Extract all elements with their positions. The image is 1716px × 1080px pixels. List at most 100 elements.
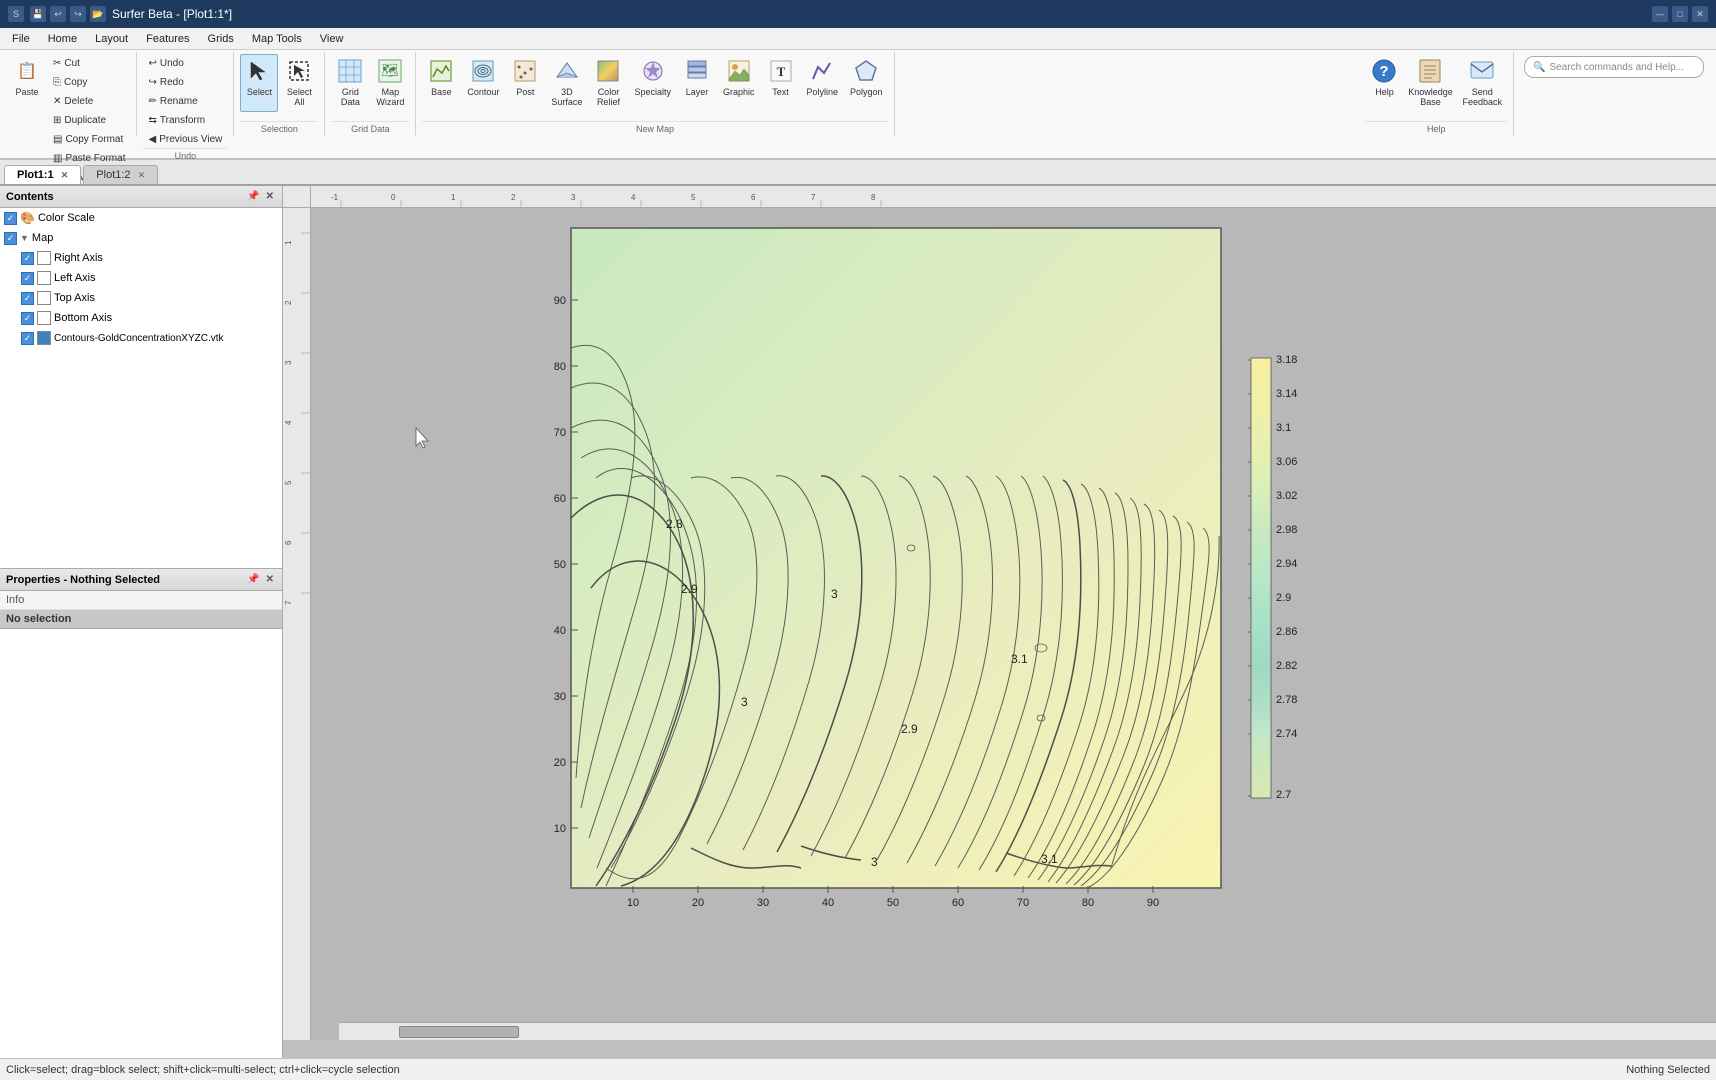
menu-home[interactable]: Home — [40, 31, 85, 47]
bottom-axis-label: Bottom Axis — [54, 312, 112, 324]
ribbon-content: 📋 Paste ✂ Cut ⎘ Copy ✕ Delete — [0, 50, 1716, 138]
contour-button[interactable]: Contour — [462, 54, 504, 112]
3d-surface-icon — [553, 57, 581, 85]
tree-item-right-axis[interactable]: ✓ Right Axis — [0, 248, 282, 268]
menu-layout[interactable]: Layout — [87, 31, 136, 47]
tree-item-top-axis[interactable]: ✓ Top Axis — [0, 288, 282, 308]
undo-icon[interactable]: ↩ — [50, 6, 66, 22]
bottom-axis-color — [37, 311, 51, 325]
paste-button[interactable]: 📋 Paste — [8, 54, 46, 116]
undo-button[interactable]: ↩ Undo — [143, 54, 227, 72]
tab-plot1-2[interactable]: Plot1:2 ✕ — [83, 165, 158, 184]
knowledge-base-button[interactable]: KnowledgeBase — [1405, 54, 1455, 112]
tree-check-left-axis[interactable]: ✓ — [21, 272, 34, 285]
svg-text:8: 8 — [871, 193, 876, 202]
color-relief-button[interactable]: ColorRelief — [589, 54, 627, 112]
menu-features[interactable]: Features — [138, 31, 197, 47]
horizontal-scrollbar[interactable] — [339, 1022, 1716, 1040]
ribbon-group-new-map: Base Contour Post — [418, 52, 894, 136]
menu-map-tools[interactable]: Map Tools — [244, 31, 310, 47]
close-properties-icon[interactable]: ✕ — [264, 574, 276, 585]
title-bar-left: S 💾 ↩ ↪ 📂 Surfer Beta - [Plot1:1*] — [8, 6, 232, 22]
close-tab-plot1-2[interactable]: ✕ — [138, 170, 146, 180]
grid-data-button[interactable]: GridData — [331, 54, 369, 112]
knowledge-base-icon — [1416, 57, 1444, 85]
contents-header-icons: 📌 ✕ — [245, 191, 276, 202]
transform-button[interactable]: ⇆ Transform — [143, 111, 227, 129]
select-button[interactable]: Select — [240, 54, 278, 112]
redo-button[interactable]: ↪ Redo — [143, 73, 227, 91]
menu-grids[interactable]: Grids — [200, 31, 242, 47]
y-axis-90: 90 — [554, 295, 566, 307]
ribbon-search[interactable]: 🔍 Search commands and Help... — [1524, 56, 1704, 78]
pin-properties-icon[interactable]: 📌 — [245, 574, 261, 585]
map-expand-icon[interactable]: ▼ — [20, 233, 29, 243]
text-button[interactable]: T Text — [762, 54, 800, 112]
previous-view-button[interactable]: ◀ Previous View — [143, 130, 227, 148]
post-button[interactable]: Post — [506, 54, 544, 112]
redo-icon[interactable]: ↪ — [70, 6, 86, 22]
minimize-button[interactable]: — — [1652, 6, 1668, 22]
contour-label-3-1-right: 3.1 — [1011, 652, 1028, 666]
3d-surface-button[interactable]: 3DSurface — [546, 54, 587, 112]
rename-button[interactable]: ✏ Rename — [143, 92, 227, 110]
tab-plot1-1[interactable]: Plot1:1 ✕ — [4, 165, 81, 184]
map-content[interactable]: 2.8 2.9 2.9 3 3 3 3.1 3.1 10 20 30 — [311, 208, 1716, 1040]
polygon-button[interactable]: Polygon — [845, 54, 888, 112]
tree-check-map[interactable]: ✓ — [4, 232, 17, 245]
contour-label-3-1-lower: 3.1 — [1041, 852, 1058, 866]
ruler-v-svg: 1 2 3 4 5 6 7 — [283, 208, 311, 1040]
base-button[interactable]: Base — [422, 54, 460, 112]
window-controls[interactable]: — □ ✕ — [1652, 6, 1708, 22]
close-button[interactable]: ✕ — [1692, 6, 1708, 22]
svg-text:4: 4 — [284, 420, 293, 425]
delete-button[interactable]: ✕ Delete — [48, 92, 130, 110]
map-wizard-icon: 🗺 — [376, 57, 404, 85]
pin-icon[interactable]: 📌 — [245, 191, 261, 202]
menu-file[interactable]: File — [4, 31, 38, 47]
ribbon-group-clipboard: 📋 Paste ✂ Cut ⎘ Copy ✕ Delete — [4, 52, 137, 136]
tree-item-map[interactable]: ✓ ▼ Map — [0, 228, 282, 248]
menu-view[interactable]: View — [312, 31, 352, 47]
tree-item-color-scale[interactable]: ✓ 🎨 Color Scale — [0, 208, 282, 228]
close-contents-icon[interactable]: ✕ — [264, 191, 276, 202]
color-scale-label: Color Scale — [38, 212, 95, 224]
specialty-button[interactable]: Specialty — [629, 54, 676, 112]
copy-button[interactable]: ⎘ Copy — [48, 73, 130, 91]
tree-item-bottom-axis[interactable]: ✓ Bottom Axis — [0, 308, 282, 328]
tree-check-contours[interactable]: ✓ — [21, 332, 34, 345]
maximize-button[interactable]: □ — [1672, 6, 1688, 22]
map-area[interactable]: -1 0 1 2 3 4 5 6 7 — [283, 186, 1716, 1058]
tree-item-contours[interactable]: ✓ Contours-GoldConcentrationXYZC.vtk — [0, 328, 282, 348]
cut-icon: ✂ — [53, 58, 61, 69]
close-tab-plot1-1[interactable]: ✕ — [61, 170, 69, 180]
graphic-button[interactable]: Graphic — [718, 54, 760, 112]
duplicate-button[interactable]: ⊞ Duplicate — [48, 111, 130, 129]
post-icon — [511, 57, 539, 85]
redo-icon: ↪ — [148, 77, 156, 88]
copy-format-button[interactable]: ▤ Copy Format — [48, 130, 130, 148]
layer-button[interactable]: Layer — [678, 54, 716, 112]
send-feedback-button[interactable]: SendFeedback — [1457, 54, 1507, 112]
polyline-icon — [808, 57, 836, 85]
cut-button[interactable]: ✂ Cut — [48, 54, 130, 72]
svg-text:6: 6 — [284, 540, 293, 545]
help-button[interactable]: ? Help — [1365, 54, 1403, 112]
map-wizard-button[interactable]: 🗺 MapWizard — [371, 54, 409, 112]
select-all-button[interactable]: SelectAll — [280, 54, 318, 112]
tree-check-top-axis[interactable]: ✓ — [21, 292, 34, 305]
save-icon[interactable]: 💾 — [30, 6, 46, 22]
menu-bar: File Home Layout Features Grids Map Tool… — [0, 28, 1716, 50]
svg-text:2.86: 2.86 — [1276, 626, 1297, 638]
open-icon[interactable]: 📂 — [90, 6, 106, 22]
text-icon: T — [767, 57, 795, 85]
scrollbar-thumb[interactable] — [399, 1026, 519, 1038]
svg-text:3.14: 3.14 — [1276, 388, 1297, 400]
tree-check-bottom-axis[interactable]: ✓ — [21, 312, 34, 325]
tree-check-right-axis[interactable]: ✓ — [21, 252, 34, 265]
properties-panel: Properties - Nothing Selected 📌 ✕ Info N… — [0, 568, 282, 1058]
tree-item-left-axis[interactable]: ✓ Left Axis — [0, 268, 282, 288]
polyline-button[interactable]: Polyline — [802, 54, 844, 112]
tree-check-color-scale[interactable]: ✓ — [4, 212, 17, 225]
contents-title: Contents — [6, 191, 54, 203]
